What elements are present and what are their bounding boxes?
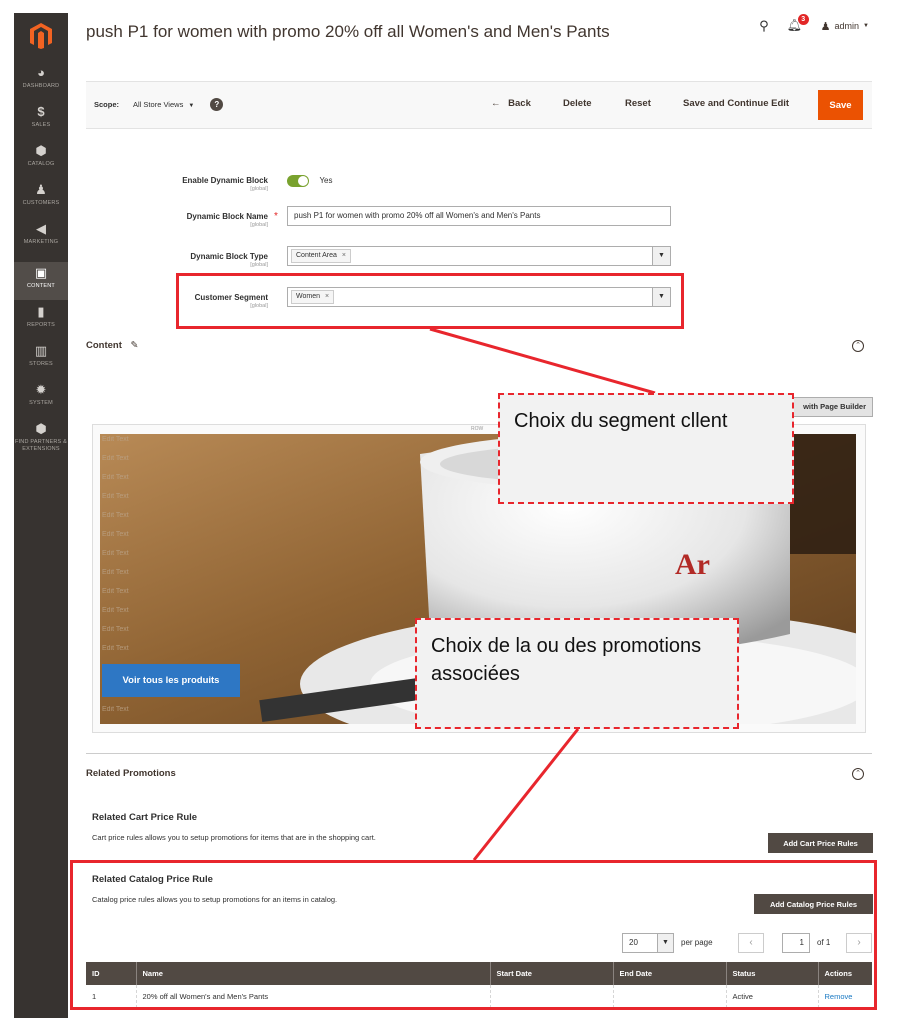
sidebar-item-partners[interactable]: ⬢ FIND PARTNERS & EXTENSIONS xyxy=(14,421,68,461)
sidebar-item-dashboard[interactable]: ◕ DASHBOARD xyxy=(14,65,68,99)
field-enable-dynamic-block: Enable Dynamic Block [global] Yes xyxy=(86,170,872,200)
admin-user-menu[interactable]: ♟ admin ▼ xyxy=(821,20,869,33)
sidebar-item-stores[interactable]: ▥ STORES xyxy=(14,343,68,377)
row-tag: ROW xyxy=(471,426,484,432)
edit-text-placeholder[interactable]: Edit Text xyxy=(102,706,129,713)
related-cart-rule-title: Related Cart Price Rule xyxy=(92,812,198,823)
related-cart-rule-desc: Cart price rules allows you to setup pro… xyxy=(92,833,376,842)
sidebar-item-content[interactable]: ▣ CONTENT xyxy=(14,262,68,300)
admin-username: admin xyxy=(834,21,860,31)
edit-text-placeholder[interactable]: Edit Text xyxy=(102,645,129,652)
selected-chip: Content Area × xyxy=(291,249,351,263)
magento-logo-icon[interactable] xyxy=(29,22,53,50)
related-promotions-title[interactable]: Related Promotions xyxy=(86,768,176,779)
content-section-title[interactable]: Content ✎ xyxy=(86,340,139,351)
cube-icon: ⬢ xyxy=(35,143,47,158)
edit-text-placeholder[interactable]: Edit Text xyxy=(102,550,129,557)
collapse-icon[interactable]: ⌃ xyxy=(852,768,864,780)
speedometer-icon: ◕ xyxy=(37,65,45,80)
edit-text-placeholder[interactable]: Edit Text xyxy=(102,626,129,633)
collapse-icon[interactable]: ⌃ xyxy=(852,340,864,352)
segment-connector-line xyxy=(429,327,656,395)
scope-switcher: Scope: All Store Views ▼ ? xyxy=(94,98,224,111)
remove-chip-icon[interactable]: × xyxy=(342,252,346,259)
delete-button[interactable]: Delete xyxy=(563,98,592,109)
promo-connector-line xyxy=(472,728,580,861)
edit-text-placeholder[interactable]: Edit Text xyxy=(102,493,129,500)
sidebar-item-reports[interactable]: ▮ REPORTS xyxy=(14,304,68,338)
segment-callout: Choix du segment cllent xyxy=(498,393,794,504)
dollar-icon: $ xyxy=(37,104,45,119)
notifications-button[interactable]: 🔔︎ 3 xyxy=(787,14,809,34)
sidebar-item-sales[interactable]: $ SALES xyxy=(14,104,68,138)
enable-toggle-wrap: Yes xyxy=(287,172,333,190)
field-dynamic-block-type: Dynamic Block Type [global] Content Area… xyxy=(86,246,872,276)
view-all-products-button[interactable]: Voir tous les produits xyxy=(102,664,240,697)
back-button[interactable]: ← Back xyxy=(491,98,531,109)
bar-chart-icon: ▮ xyxy=(37,304,45,319)
layout-icon: ▣ xyxy=(34,265,48,280)
edit-text-placeholder[interactable]: Edit Text xyxy=(102,569,129,576)
add-cart-price-rules-button[interactable]: Add Cart Price Rules xyxy=(768,833,873,853)
pencil-icon[interactable]: ✎ xyxy=(131,340,139,351)
notification-count-badge: 3 xyxy=(797,14,809,25)
arrow-left-icon: ← xyxy=(491,98,501,109)
enable-toggle[interactable] xyxy=(287,174,309,187)
reset-button[interactable]: Reset xyxy=(625,98,651,109)
megaphone-icon: ◀ xyxy=(36,221,46,236)
field-dynamic-block-name: Dynamic Block Name [global] * push P1 fo… xyxy=(86,206,872,236)
required-asterisk: * xyxy=(274,211,278,222)
store-icon: ▥ xyxy=(34,343,48,358)
user-icon: ♟ xyxy=(820,20,831,33)
page-title: push P1 for women with promo 20% off all… xyxy=(86,22,610,41)
promotions-highlight-box xyxy=(70,860,877,1010)
dynamic-block-type-select[interactable]: Content Area × ▼ xyxy=(287,246,671,266)
edit-text-placeholder[interactable]: Edit Text xyxy=(102,455,129,462)
sidebar-item-system[interactable]: ✹ SYSTEM xyxy=(14,382,68,416)
box-icon: ⬢ xyxy=(35,421,47,436)
field-label: Dynamic Block Name [global] xyxy=(186,212,268,228)
edit-text-placeholder[interactable]: Edit Text xyxy=(102,474,129,481)
save-and-continue-button[interactable]: Save and Continue Edit xyxy=(683,98,789,109)
scope-dropdown[interactable]: All Store Views ▼ xyxy=(133,100,194,109)
svg-text:Ar: Ar xyxy=(675,548,710,581)
scope-label: Scope: xyxy=(94,100,120,109)
dynamic-block-name-input[interactable]: push P1 for women with promo 20% off all… xyxy=(287,206,671,226)
admin-sidebar: ◕ DASHBOARD $ SALES ⬢ CATALOG ♟ CUSTOMER… xyxy=(14,13,68,1018)
section-divider xyxy=(86,753,872,754)
field-label: Dynamic Block Type [global] xyxy=(190,252,268,268)
sidebar-item-catalog[interactable]: ⬢ CATALOG xyxy=(14,143,68,177)
edit-text-placeholder[interactable]: Edit Text xyxy=(102,588,129,595)
field-label: Enable Dynamic Block [global] xyxy=(182,176,268,192)
scope-value: All Store Views xyxy=(133,100,184,109)
promotions-callout: Choix de la ou des promotions associées xyxy=(415,618,739,729)
edit-text-placeholder[interactable]: Edit Text xyxy=(102,512,129,519)
caret-down-icon[interactable]: ▼ xyxy=(652,247,670,265)
page-actions-toolbar: Scope: All Store Views ▼ ? ← Back Delete… xyxy=(86,81,872,129)
header-actions: ⚲ 🔔︎ 3 ♟ admin ▼ xyxy=(759,14,869,34)
search-icon[interactable]: ⚲ xyxy=(759,18,769,34)
edit-text-placeholder[interactable]: Edit Text xyxy=(102,607,129,614)
caret-down-icon: ▼ xyxy=(863,23,869,29)
help-icon[interactable]: ? xyxy=(210,98,224,111)
enable-toggle-label: Yes xyxy=(319,176,333,186)
sidebar-item-customers[interactable]: ♟ CUSTOMERS xyxy=(14,182,68,216)
save-button[interactable]: Save xyxy=(818,90,863,120)
segment-highlight-box xyxy=(176,273,684,329)
person-icon: ♟ xyxy=(35,182,47,197)
gear-icon: ✹ xyxy=(35,382,47,397)
edit-text-placeholder[interactable]: Edit Text xyxy=(102,531,129,538)
caret-down-icon: ▼ xyxy=(188,103,195,109)
edit-text-placeholder[interactable]: Edit Text xyxy=(102,436,129,443)
sidebar-item-marketing[interactable]: ◀ MARKETING xyxy=(14,221,68,255)
